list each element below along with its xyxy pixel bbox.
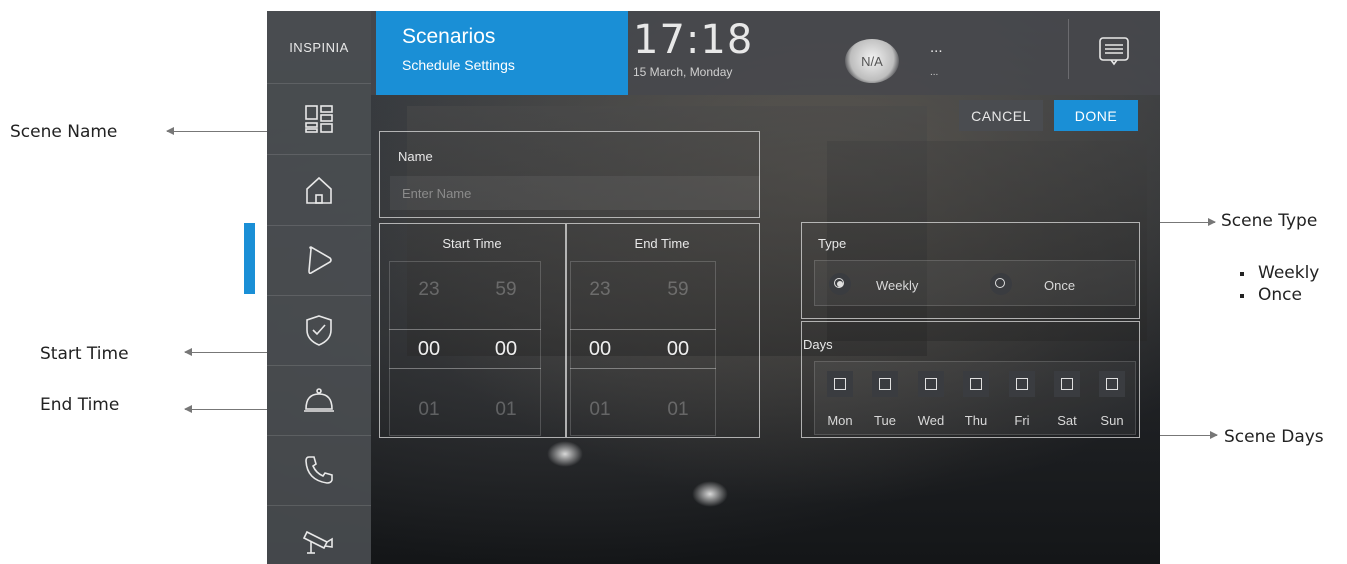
done-button[interactable]: DONE <box>1054 100 1138 131</box>
days-label: Days <box>803 337 833 352</box>
nav-services[interactable] <box>267 365 371 436</box>
message-icon <box>1099 37 1129 66</box>
nav-camera[interactable] <box>267 505 371 564</box>
active-nav-indicator <box>244 223 255 294</box>
annotation-end-time: End Time <box>40 395 120 415</box>
day-checkbox-sun[interactable] <box>1099 371 1125 397</box>
nav-dashboard[interactable] <box>267 84 371 155</box>
weather-icon: N/A <box>845 39 899 83</box>
day-label-tue: Tue <box>874 413 896 428</box>
home-icon <box>306 176 332 204</box>
weather-text: ... <box>930 39 943 56</box>
dashboard-icon <box>305 105 333 133</box>
nav-phone[interactable] <box>267 435 371 506</box>
shield-check-icon <box>306 315 332 346</box>
day-checkbox-sat[interactable] <box>1054 371 1080 397</box>
end-minute-selected[interactable]: 00 <box>653 338 703 361</box>
start-hour-next: 01 <box>418 399 440 420</box>
annotation-scene-type-options: Weekly Once <box>1240 262 1319 306</box>
day-label-wed: Wed <box>917 413 945 428</box>
start-minute-prev: 59 <box>495 279 517 300</box>
start-hour-prev: 23 <box>418 279 440 300</box>
day-label-fri: Fri <box>1014 413 1030 428</box>
day-checkbox-mon[interactable] <box>827 371 853 397</box>
nav-scenarios[interactable] <box>267 225 371 296</box>
radio-once[interactable] <box>990 273 1012 295</box>
nav-security[interactable] <box>267 295 371 366</box>
day-checkbox-thu[interactable] <box>963 371 989 397</box>
type-label: Type <box>818 236 847 251</box>
header-divider <box>1068 19 1069 79</box>
end-minute-next: 01 <box>667 399 689 420</box>
type-options-row <box>814 260 1136 306</box>
weather-value: N/A <box>861 53 883 69</box>
day-label-mon: Mon <box>827 413 853 428</box>
play-icon <box>308 246 332 275</box>
end-time-header: End Time <box>634 236 690 251</box>
start-time-header: Start Time <box>442 236 502 251</box>
logo: INSPINIA <box>267 11 371 84</box>
weather-subtext: ... <box>930 67 939 78</box>
cancel-button[interactable]: CANCEL <box>959 100 1043 131</box>
day-label-thu: Thu <box>964 413 988 428</box>
radio-once-label: Once <box>1044 278 1076 293</box>
start-time-selection-top <box>389 329 541 330</box>
camera-icon <box>302 530 333 554</box>
sidebar: INSPINIA <box>267 11 371 564</box>
annotation-option-weekly: Weekly <box>1240 262 1319 284</box>
service-bell-icon <box>304 388 334 412</box>
page-subtitle: Schedule Settings <box>402 57 515 73</box>
end-hour-selected[interactable]: 00 <box>575 338 625 361</box>
end-hour-next: 01 <box>589 399 611 420</box>
start-hour-selected[interactable]: 00 <box>404 338 454 361</box>
start-minute-next: 01 <box>495 399 517 420</box>
day-checkbox-fri[interactable] <box>1009 371 1035 397</box>
annotation-option-once: Once <box>1240 284 1319 306</box>
page-title: Scenarios <box>402 25 496 48</box>
device-screen: INSPINIA Scenarios Schedule Settings 17:… <box>267 11 1160 564</box>
radio-weekly-label: Weekly <box>876 278 919 293</box>
title-tile <box>376 11 628 95</box>
start-minute-selected[interactable]: 00 <box>481 338 531 361</box>
start-time-selection-bottom <box>389 368 541 369</box>
garden-light <box>547 441 583 467</box>
day-checkbox-tue[interactable] <box>872 371 898 397</box>
messages-button[interactable] <box>1096 33 1132 69</box>
clock-date: 15 March, Monday <box>633 65 733 79</box>
day-label-sat: Sat <box>1057 413 1077 428</box>
annotation-scene-name: Scene Name <box>10 122 118 142</box>
phone-icon <box>305 456 333 484</box>
end-time-selection-top <box>570 329 716 330</box>
end-time-selection-bottom <box>570 368 716 369</box>
end-minute-prev: 59 <box>667 279 689 300</box>
name-label: Name <box>398 149 433 164</box>
radio-weekly[interactable] <box>829 273 851 295</box>
annotation-scene-days: Scene Days <box>1224 427 1324 447</box>
annotation-scene-type: Scene Type <box>1221 211 1318 231</box>
day-checkbox-wed[interactable] <box>918 371 944 397</box>
day-label-sun: Sun <box>1100 413 1124 428</box>
clock-time: 17:18 <box>633 17 754 63</box>
nav-home[interactable] <box>267 155 371 226</box>
garden-light <box>692 481 728 507</box>
scene-name-input[interactable] <box>390 176 760 210</box>
annotation-start-time: Start Time <box>40 344 129 364</box>
end-hour-prev: 23 <box>589 279 611 300</box>
